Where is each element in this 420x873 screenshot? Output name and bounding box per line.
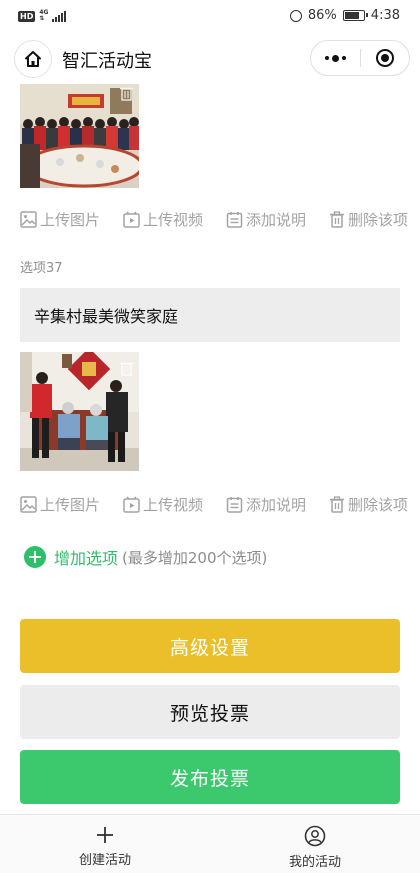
signal-icon: [52, 10, 67, 22]
trash-icon: [329, 210, 344, 228]
upload-video-label: 上传视频: [142, 495, 203, 514]
tab-my-activities[interactable]: 我的活动: [210, 815, 420, 873]
image-icon: [20, 210, 37, 228]
battery-icon: [342, 10, 368, 21]
delete-image-icon[interactable]: [120, 361, 133, 376]
option-actions: 上传图片 上传视频 添加说明 删除该项: [20, 208, 408, 230]
delete-image-icon[interactable]: [120, 86, 133, 101]
video-icon: [123, 495, 140, 513]
status-right: 86% 4:38: [289, 8, 400, 23]
miniprogram-capsule: [310, 40, 410, 76]
delete-option-button[interactable]: 删除该项: [329, 209, 408, 230]
delete-option-label: 删除该项: [347, 495, 408, 514]
status-bar: HD 4G ⇅ 86% 4:38: [0, 0, 420, 34]
page-title: 智汇活动宝: [62, 51, 152, 72]
add-description-button[interactable]: 添加说明: [226, 209, 306, 230]
user-icon: [304, 825, 326, 847]
delete-option-button[interactable]: 删除该项: [329, 494, 408, 515]
trash-icon: [329, 495, 344, 513]
add-circle-icon: [24, 546, 46, 568]
option-image[interactable]: [20, 352, 139, 471]
publish-vote-button[interactable]: 发布投票: [20, 750, 400, 804]
add-option-label: 增加选项: [54, 549, 119, 568]
tab-create-activity[interactable]: 创建活动: [0, 815, 210, 873]
advanced-settings-button[interactable]: 高级设置: [20, 619, 400, 673]
more-dots-icon[interactable]: [311, 40, 360, 76]
clock: 4:38: [370, 8, 400, 23]
upload-image-button[interactable]: 上传图片: [20, 209, 100, 230]
add-option-button[interactable]: 增加选项 (最多增加200个选项): [24, 545, 267, 569]
option-number-label: 选项37: [20, 261, 63, 276]
preview-vote-button[interactable]: 预览投票: [20, 685, 400, 739]
note-icon: [226, 211, 243, 228]
option-image[interactable]: [20, 84, 139, 188]
home-icon: [25, 51, 41, 67]
status-left: HD 4G ⇅: [18, 10, 67, 22]
network-type: 4G ⇅: [39, 10, 48, 22]
nav-header: 智汇活动宝: [0, 38, 420, 80]
image-icon: [20, 495, 37, 513]
add-option-hint: (最多增加200个选项): [122, 548, 268, 567]
home-button[interactable]: [14, 40, 52, 78]
plus-icon: [97, 827, 113, 843]
battery-percent: 86%: [307, 8, 337, 23]
alarm-icon: [289, 9, 302, 22]
add-description-button[interactable]: 添加说明: [226, 494, 306, 515]
network-arrows: ⇅: [39, 15, 45, 22]
option-actions: 上传图片 上传视频 添加说明 删除该项: [20, 493, 408, 515]
tab-create-label: 创建活动: [78, 853, 131, 868]
delete-option-label: 删除该项: [347, 210, 408, 229]
hd-badge: HD: [18, 10, 36, 22]
upload-video-button[interactable]: 上传视频: [123, 209, 203, 230]
note-icon: [226, 496, 243, 513]
add-description-label: 添加说明: [245, 495, 306, 514]
upload-image-label: 上传图片: [40, 210, 101, 229]
upload-video-label: 上传视频: [142, 210, 203, 229]
add-description-label: 添加说明: [245, 210, 306, 229]
tab-my-label: 我的活动: [288, 855, 341, 870]
upload-image-button[interactable]: 上传图片: [20, 494, 100, 515]
upload-video-button[interactable]: 上传视频: [123, 494, 203, 515]
option-title-input[interactable]: 辛集村最美微笑家庭: [20, 288, 400, 342]
close-miniprogram-icon[interactable]: [361, 40, 409, 76]
upload-image-label: 上传图片: [40, 495, 101, 514]
video-icon: [123, 210, 140, 228]
bottom-tabbar: 创建活动 我的活动: [0, 814, 420, 873]
